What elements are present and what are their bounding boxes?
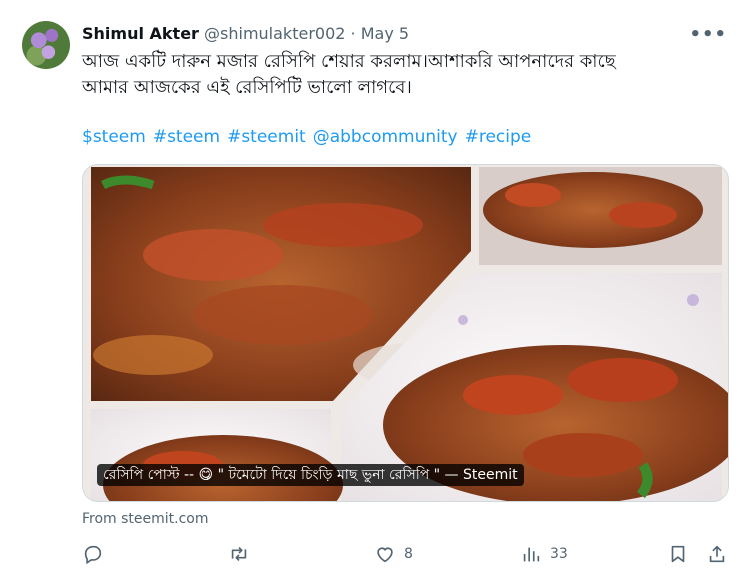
author-handle[interactable]: @shimulakter002 — [204, 24, 345, 43]
hashtag-link[interactable]: #steemit — [227, 127, 306, 147]
share-icon — [709, 545, 725, 563]
header-separator: · — [350, 24, 356, 43]
like-count: 8 — [404, 546, 413, 562]
link-card[interactable]: রেসিপি পোস্ট -- 😋 " টমেটো দিয়ে চিংড়ি ম… — [82, 164, 729, 502]
bookmark-button[interactable] — [667, 543, 689, 565]
hashtag-row: $steem #steem #steemit @abbcommunity #recipe — [82, 125, 538, 149]
views-button[interactable]: 33 — [520, 543, 568, 565]
reply-button[interactable] — [82, 543, 112, 565]
tweet-date[interactable]: May 5 — [361, 24, 409, 43]
share-button[interactable] — [706, 543, 728, 565]
views-count: 33 — [550, 546, 568, 562]
more-icon[interactable]: ••• — [689, 24, 727, 45]
tweet-header: Shimul Akter @shimulakter002 · May 5 — [82, 23, 409, 45]
hashtag-link[interactable]: #steem — [153, 127, 220, 147]
tweet-text: আজ একটি দারুন মজার রেসিপি শেয়ার করলাম।আ… — [82, 49, 722, 101]
reply-icon — [84, 545, 102, 565]
card-caption[interactable]: রেসিপি পোস্ট -- 😋 " টমেটো দিয়ে চিংড়ি ম… — [97, 464, 524, 486]
retweet-button[interactable] — [228, 543, 258, 565]
retweet-icon — [231, 546, 247, 562]
tweet-text-line: আমার আজকের এই রেসিপিটি ভালো লাগবে। — [82, 77, 412, 98]
author-name[interactable]: Shimul Akter — [82, 24, 199, 43]
hashtag-link[interactable]: $steem — [82, 127, 146, 147]
tweet-text-line: আজ একটি দারুন মজার রেসিপি শেয়ার করলাম।আ… — [82, 51, 616, 72]
card-source[interactable]: From steemit.com — [82, 509, 209, 529]
like-icon — [377, 547, 393, 563]
views-icon — [523, 547, 540, 562]
hashtag-link[interactable]: #recipe — [465, 127, 532, 147]
card-collage-image — [83, 165, 728, 501]
action-bar: 8 33 — [82, 543, 730, 571]
bookmark-icon — [671, 545, 685, 563]
mention-link[interactable]: @abbcommunity — [313, 127, 458, 147]
avatar[interactable] — [22, 21, 70, 69]
like-button[interactable]: 8 — [374, 543, 413, 565]
